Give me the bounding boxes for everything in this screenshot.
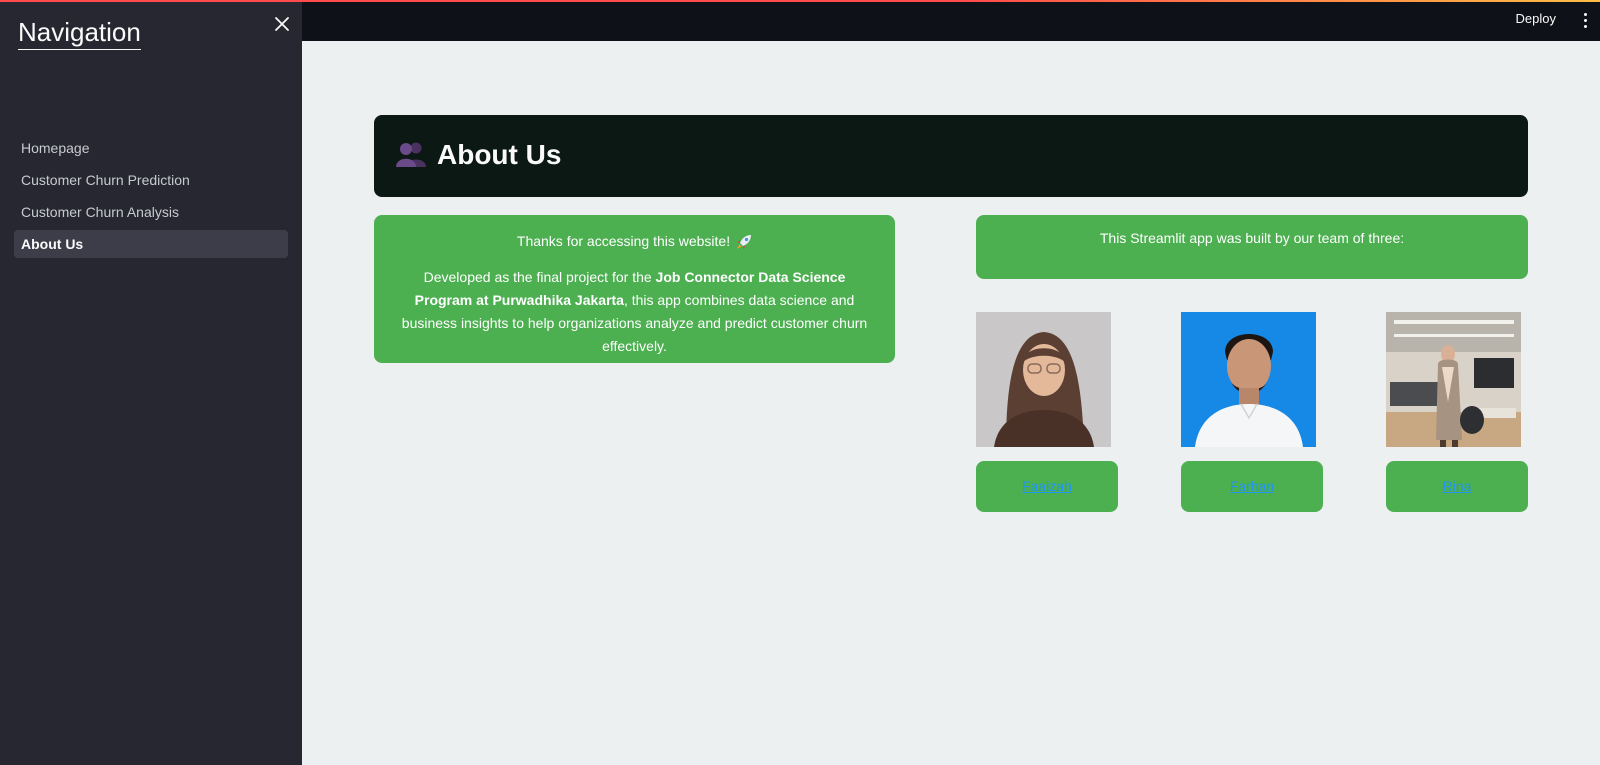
sidebar-nav: Homepage Customer Churn Prediction Custo… [14,134,288,262]
intro-card: Thanks for accessing this website! Devel… [374,215,895,363]
intro-description: Developed as the final project for the J… [401,269,868,354]
sidebar-item-churn-prediction[interactable]: Customer Churn Prediction [14,166,288,194]
kebab-menu-icon [1582,13,1588,28]
member-photo-farhan [1181,312,1316,447]
main-menu-button[interactable] [1582,13,1588,29]
member-link-faaizah[interactable]: Faaizah [976,461,1118,512]
close-sidebar-button[interactable] [272,14,292,34]
top-accent-bar [0,0,1600,2]
sidebar-item-about-us[interactable]: About Us [14,230,288,258]
sidebar-title: Navigation [18,16,141,50]
team-intro-text: This Streamlit app was built by our team… [1099,230,1405,246]
thanks-text: Thanks for accessing this website! [516,233,731,249]
member-photo-rina [1386,312,1521,447]
member-name-faaizah[interactable]: Faaizah [1022,478,1072,494]
team-intro-card: This Streamlit app was built by our team… [976,215,1528,279]
busts-in-silhouette-icon [396,142,426,167]
deploy-button[interactable]: Deploy [1516,11,1556,26]
member-link-farhan[interactable]: Farhan [1181,461,1323,512]
member-photo-faaizah [976,312,1111,447]
member-link-rina[interactable]: Rina [1386,461,1528,512]
app-header: Deploy [302,2,1600,41]
close-icon [275,17,289,31]
sidebar-item-homepage[interactable]: Homepage [14,134,288,162]
page-title: About Us [437,139,562,170]
title-banner: About Us [374,115,1528,197]
rocket-icon [737,234,752,249]
member-name-farhan[interactable]: Farhan [1230,478,1274,494]
member-name-rina[interactable]: Rina [1443,478,1472,494]
sidebar: Navigation Homepage Customer Churn Predi… [0,0,302,765]
sidebar-item-churn-analysis[interactable]: Customer Churn Analysis [14,198,288,226]
